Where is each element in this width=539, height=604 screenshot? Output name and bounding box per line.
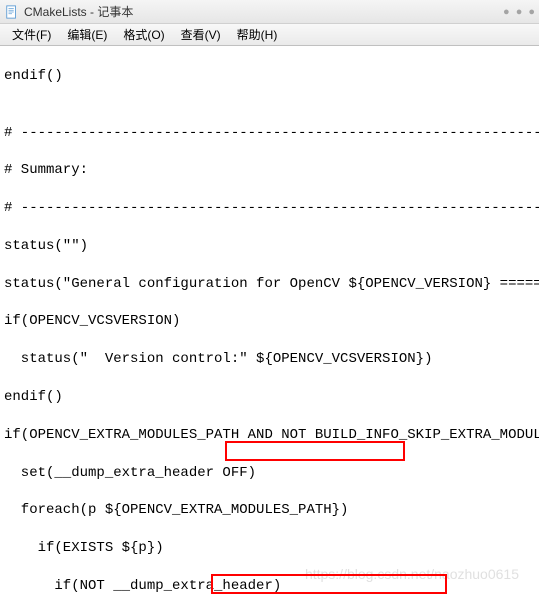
menu-format[interactable]: 格式(O) [115, 24, 172, 45]
code-line: foreach(p ${OPENCV_EXTRA_MODULES_PATH}) [4, 501, 535, 520]
titlebar: CMakeLists - 记事本 ●●● [0, 0, 539, 24]
code-line: # --------------------------------------… [4, 124, 535, 143]
menu-edit[interactable]: 编辑(E) [59, 24, 115, 45]
code-line: status(" Version control:" ${OPENCV_VCSV… [4, 350, 535, 369]
menu-file[interactable]: 文件(F) [4, 24, 59, 45]
menu-view[interactable]: 查看(V) [173, 24, 229, 45]
code-line: set(__dump_extra_header OFF) [4, 464, 535, 483]
code-line: if(NOT __dump_extra_header) [4, 577, 535, 596]
code-line: if(EXISTS ${p}) [4, 539, 535, 558]
app-window: CMakeLists - 记事本 ●●● 文件(F) 编辑(E) 格式(O) 查… [0, 0, 539, 604]
editor-area[interactable]: endif() # ------------------------------… [0, 46, 539, 604]
code-line: # Summary: [4, 161, 535, 180]
code-line: if(OPENCV_EXTRA_MODULES_PATH AND NOT BUI… [4, 426, 535, 445]
menu-help[interactable]: 帮助(H) [229, 24, 286, 45]
code-line: if(OPENCV_VCSVERSION) [4, 312, 535, 331]
window-title: CMakeLists - 记事本 [24, 3, 133, 20]
code-line: endif() [4, 67, 535, 86]
code-line: status("General configuration for OpenCV… [4, 275, 535, 294]
notepad-icon [4, 4, 20, 20]
code-line: status("") [4, 237, 535, 256]
code-line: # --------------------------------------… [4, 199, 535, 218]
title-right-badges: ●●● [503, 6, 535, 18]
menubar: 文件(F) 编辑(E) 格式(O) 查看(V) 帮助(H) [0, 24, 539, 46]
code-line: endif() [4, 388, 535, 407]
